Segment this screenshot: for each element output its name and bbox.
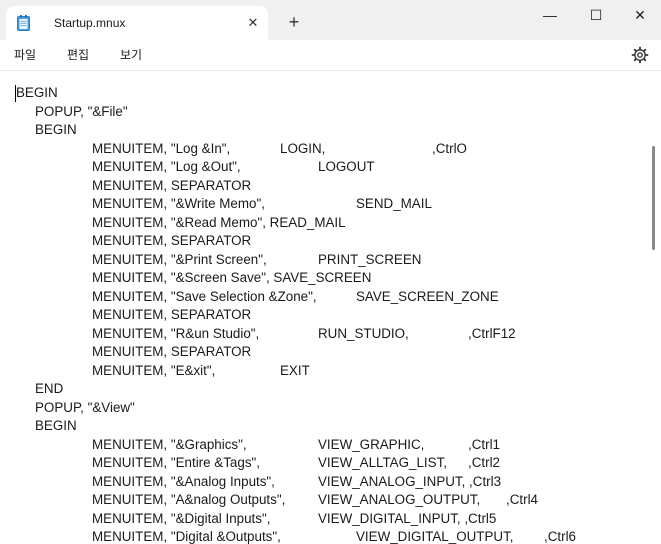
line-segment: VIEW_GRAPHIC, bbox=[318, 436, 425, 452]
line-segment: BEGIN bbox=[35, 418, 77, 433]
line-segment: ,Ctrl6 bbox=[544, 529, 576, 544]
tab-startup[interactable]: Startup.mnux ✕ bbox=[6, 6, 268, 40]
line-segment: ,Ctrl2 bbox=[468, 455, 500, 470]
vertical-scrollbar[interactable] bbox=[652, 146, 655, 250]
menu-bar: 파일 편집 보기 bbox=[0, 40, 661, 71]
line-segment: VIEW_DIGITAL_INPUT, ,Ctrl5 bbox=[318, 510, 497, 526]
line-segment: VIEW_ANALOG_OUTPUT, bbox=[318, 492, 481, 507]
line-segment: MENUITEM, "&Read Memo", READ_MAIL bbox=[92, 214, 346, 230]
line-segment: MENUITEM, SEPARATOR bbox=[92, 177, 252, 193]
line-segment: POPUP, "&View" bbox=[35, 399, 135, 415]
line-segment: MENUITEM, "Entire &Tags", bbox=[92, 455, 260, 470]
line-segment: END bbox=[35, 381, 64, 396]
line-segment: ,CtrlF12 bbox=[468, 325, 516, 341]
line-segment: EXIT bbox=[280, 362, 310, 378]
text-editor[interactable]: BEGIN POPUP, "&File" BEGIN MENUITEM, "Log &… bbox=[0, 71, 661, 544]
line-segment: SAVE_SCREEN_ZONE bbox=[356, 288, 499, 304]
line-segment: RUN_STUDIO, bbox=[318, 325, 409, 341]
line-segment: VIEW_ALLTAG_LIST, bbox=[318, 455, 447, 470]
menu-file[interactable]: 파일 bbox=[12, 46, 38, 63]
minimize-icon[interactable]: — bbox=[529, 0, 571, 30]
line-segment: MENUITEM, "&Digital Inputs", bbox=[92, 510, 271, 526]
line-segment: ,Ctrl4 bbox=[506, 492, 538, 507]
line-segment: LOGIN, bbox=[280, 140, 326, 156]
text-caret bbox=[15, 85, 16, 102]
line-segment: MENUITEM, "&Print Screen", bbox=[92, 251, 267, 267]
line-segment: MENUITEM, "Log &In", bbox=[92, 140, 231, 156]
line-segment: MENUITEM, SEPARATOR bbox=[92, 344, 252, 359]
line-segment: MENUITEM, "Save Selection &Zone", bbox=[92, 288, 317, 304]
line-segment: ,Ctrl1 bbox=[468, 436, 500, 452]
line-segment: MENUITEM, "&Write Memo", bbox=[92, 196, 265, 211]
line-segment: MENUITEM, "Log &Out", bbox=[92, 159, 241, 174]
line-segment: POPUP, "&File" bbox=[35, 103, 128, 119]
line-segment: MENUITEM, "E&xit", bbox=[92, 362, 216, 378]
tab-title: Startup.mnux bbox=[54, 16, 126, 30]
menu-edit[interactable]: 편집 bbox=[65, 46, 91, 63]
line-segment: MENUITEM, "R&un Studio", bbox=[92, 325, 260, 341]
tab-close-icon[interactable]: ✕ bbox=[242, 12, 264, 34]
line-segment: BEGIN bbox=[16, 85, 58, 100]
line-segment: MENUITEM, "&Screen Save", SAVE_SCREEN bbox=[92, 270, 372, 285]
line-segment: VIEW_ANALOG_INPUT, ,Ctrl3 bbox=[318, 473, 502, 489]
line-segment: ,CtrlO bbox=[432, 140, 467, 156]
line-segment: MENUITEM, "&Graphics", bbox=[92, 436, 247, 452]
line-segment: BEGIN bbox=[35, 122, 77, 137]
line-segment: MENUITEM, "Digital &Outputs", bbox=[92, 529, 281, 544]
line-segment: PRINT_SCREEN bbox=[318, 251, 422, 267]
line-segment: MENUITEM, SEPARATOR bbox=[92, 233, 252, 248]
line-segment: VIEW_DIGITAL_OUTPUT, bbox=[356, 529, 514, 544]
title-bar: Startup.mnux ✕ + — ☐ ✕ bbox=[0, 0, 661, 41]
line-segment: MENUITEM, SEPARATOR bbox=[92, 307, 252, 322]
gear-icon[interactable] bbox=[630, 45, 650, 65]
line-segment: MENUITEM, "A&nalog Outputs", bbox=[92, 492, 286, 507]
notepad-icon bbox=[17, 15, 30, 31]
maximize-icon[interactable]: ☐ bbox=[575, 0, 617, 30]
menu-view[interactable]: 보기 bbox=[118, 46, 144, 63]
line-segment: LOGOUT bbox=[318, 159, 375, 174]
new-tab-icon[interactable]: + bbox=[282, 11, 306, 35]
line-segment: MENUITEM, "&Analog Inputs", bbox=[92, 473, 275, 489]
window-close-icon[interactable]: ✕ bbox=[619, 0, 661, 30]
line-segment: SEND_MAIL bbox=[356, 196, 432, 211]
